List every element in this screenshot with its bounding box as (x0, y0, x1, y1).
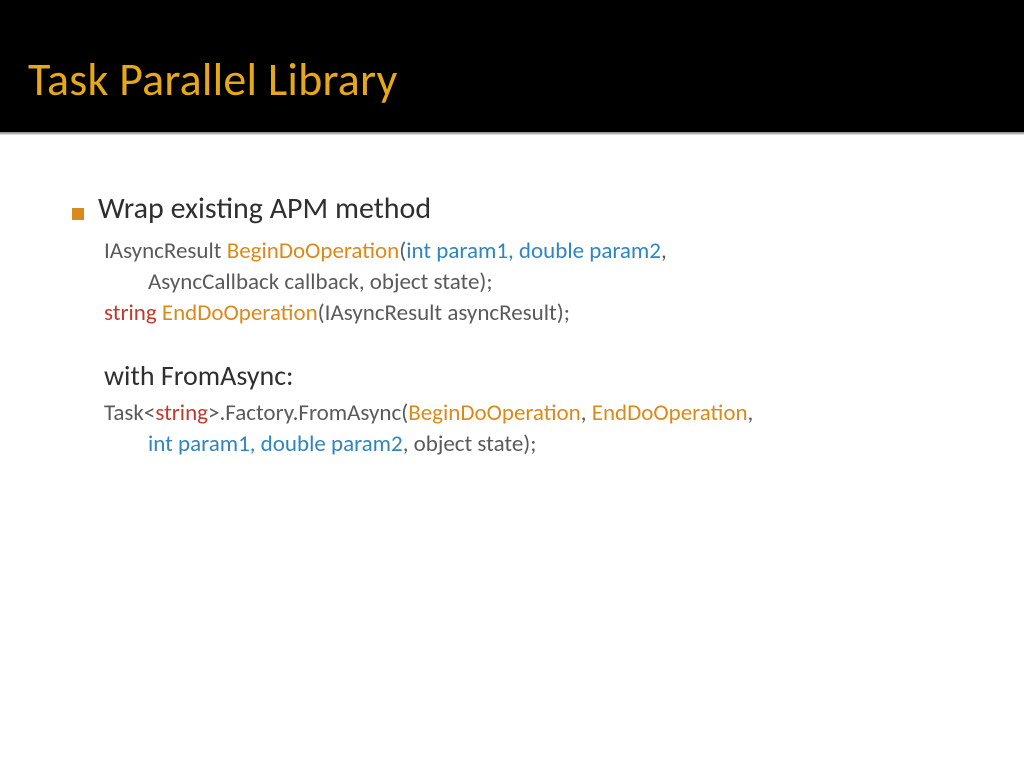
callback-state-params: AsyncCallback callback, object state); (148, 268, 493, 296)
bullet-text: Wrap existing APM method (98, 189, 431, 230)
comma2: , (748, 399, 754, 427)
slide-title: Task Parallel Library (28, 52, 996, 108)
bullet-square-icon (72, 208, 84, 220)
slide-body: Wrap existing APM method IAsyncResult Be… (0, 135, 1024, 481)
signature-end: string EndDoOperation(IAsyncResult async… (104, 298, 952, 329)
comma: , (661, 237, 667, 265)
bullet-item: Wrap existing APM method (72, 189, 952, 230)
params: (IAsyncResult asyncResult); (318, 299, 570, 327)
return-type: IAsyncResult (104, 237, 227, 265)
task-open: Task< (104, 399, 155, 427)
signature-begin-cont: AsyncCallback callback, object state); (148, 267, 952, 298)
begin-ref: BeginDoOperation (408, 399, 581, 427)
fromasync-call: Task<string>.Factory.FromAsync(BeginDoOp… (104, 398, 952, 429)
sep: , (581, 399, 592, 427)
fromasync-call-cont: int param1, double param2, object state)… (148, 429, 952, 460)
signature-begin: IAsyncResult BeginDoOperation(int param1… (104, 236, 952, 267)
factory-call: >.Factory.FromAsync( (208, 399, 408, 427)
method-name: BeginDoOperation (227, 237, 400, 265)
typed-params: int param1, double param2 (148, 430, 403, 458)
tail: , object state); (403, 430, 537, 458)
typed-params: int param1, double param2 (406, 237, 661, 265)
slide-header: Task Parallel Library (0, 0, 1024, 132)
generic-type: string (155, 399, 208, 427)
with-fromasync-label: with FromAsync: (104, 357, 952, 395)
method-name: EndDoOperation (162, 299, 318, 327)
return-type: string (104, 299, 157, 327)
with-label: with FromAsync: (104, 358, 294, 393)
end-ref: EndDoOperation (592, 399, 748, 427)
